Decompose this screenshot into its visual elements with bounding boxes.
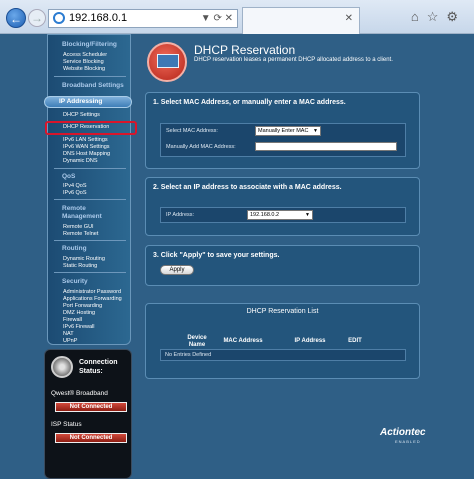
mac-form: Select MAC Address: Manually Enter MAC ▼ … [160,123,406,157]
sidebar-section-label: IP Addressing [59,98,103,105]
sidebar-divider [54,76,126,77]
browser-toolbar-icons: ⌂☆⚙ [411,9,466,25]
sidebar-item-dynamic-dns[interactable]: Dynamic DNS [63,158,98,164]
manual-mac-input[interactable] [255,142,397,151]
sidebar-item-ipv4-qos[interactable]: IPv4 QoS [63,183,87,189]
sidebar-item-ipv6-lan[interactable]: IPv6 LAN Settings [63,137,108,143]
sidebar-divider [54,199,126,200]
sidebar-item-remote-telnet[interactable]: Remote Telnet [63,231,98,237]
sidebar-item-dynamic-routing[interactable]: Dynamic Routing [63,256,105,262]
page-subtitle: DHCP reservation leases a permanent DHCP… [194,57,393,63]
sidebar-item-ipv6-qos[interactable]: IPv6 QoS [63,190,87,196]
sidebar-item-remote-gui[interactable]: Remote GUI [63,224,94,230]
connection-status-panel: Connection Status: Qwest® Broadband Not … [44,349,132,479]
sidebar-section-ip-addressing[interactable]: IP Addressing [44,96,132,108]
address-bar[interactable]: 192.168.0.1 ▼ ⟳ ✕ [48,9,238,28]
sidebar-item-port-forwarding[interactable]: Port Forwarding [63,303,102,309]
page-title: DHCP Reservation [194,43,296,57]
step1-title: 1. Select MAC Address, or manually enter… [153,99,346,106]
actiontec-tagline: ENABLED [395,439,421,444]
address-controls[interactable]: ▼ ⟳ ✕ [201,10,233,27]
sidebar-section-blocking[interactable]: Blocking/Filtering [62,41,117,48]
dhcp-monitor-icon [147,42,187,82]
step3-panel: 3. Click "Apply" to save your settings. … [145,245,420,286]
sidebar-item-admin-password[interactable]: Administrator Password [63,289,121,295]
col-edit: EDIT [348,338,362,344]
sidebar-item-firewall[interactable]: Firewall [63,317,82,323]
isp-status-badge: Not Connected [55,433,127,443]
isp-status-label: ISP Status [51,421,82,428]
step2-title: 2. Select an IP address to associate wit… [153,184,342,191]
sidebar-item-upnp[interactable]: UPnP [63,338,77,344]
sidebar-item-access-scheduler[interactable]: Access Scheduler [63,52,107,58]
forward-arrow-icon[interactable]: → [28,9,46,27]
reservation-list-panel: DHCP Reservation List Device Name MAC Ad… [145,303,420,379]
gear-icon[interactable]: ⚙ [446,9,466,24]
col-device-name: Device Name [187,335,207,348]
sidebar-divider [54,240,126,241]
sidebar-item-service-blocking[interactable]: Service Blocking [63,59,104,65]
no-entries-text: No Entries Defined [165,352,212,358]
sidebar-section-broadband[interactable]: Broadband Settings [62,82,124,89]
sidebar-section-security[interactable]: Security [62,278,88,285]
browser-tab[interactable]: ✕ [242,7,360,34]
reservation-list-title: DHCP Reservation List [246,308,319,315]
ie-logo-icon [53,12,65,24]
sidebar-section-routing[interactable]: Routing [62,245,87,252]
browser-chrome: ← → 192.168.0.1 ▼ ⟳ ✕ ✕ ⌂☆⚙ [0,0,474,34]
close-tab-icon[interactable]: ✕ [345,13,353,24]
monitor-screen [157,54,179,68]
sidebar: Blocking/Filtering Access Scheduler Serv… [44,34,137,345]
router-page: Blocking/Filtering Access Scheduler Serv… [0,34,474,479]
sidebar-item-ipv6-firewall[interactable]: IPv6 Firewall [63,324,94,330]
sidebar-item-nat[interactable]: NAT [63,331,74,337]
sidebar-section-remote[interactable]: Remote Management [62,205,122,221]
chevron-down-icon: ▼ [313,128,318,134]
ip-form: IP Address: 192.168.0.2 ▼ [160,207,406,223]
step3-title: 3. Click "Apply" to save your settings. [153,252,280,259]
step1-panel: 1. Select MAC Address, or manually enter… [145,92,420,169]
select-mac-label: Select MAC Address: [166,128,218,134]
speedometer-icon [51,356,73,378]
sidebar-item-ipv6-wan[interactable]: IPv6 WAN Settings [63,144,110,150]
apply-button[interactable]: Apply [160,265,194,275]
sidebar-item-dmz-hosting[interactable]: DMZ Hosting [63,310,95,316]
broadband-status-badge: Not Connected [55,402,127,412]
sidebar-item-applications-forwarding[interactable]: Applications Forwarding [63,296,122,302]
address-url[interactable]: 192.168.0.1 [69,12,127,24]
col-mac-address: MAC Address [223,338,263,344]
sidebar-item-dhcp-settings[interactable]: DHCP Settings [63,112,100,118]
sidebar-item-website-blocking[interactable]: Website Blocking [63,66,105,72]
selection-highlight [45,121,137,135]
broadband-label: Qwest® Broadband [51,390,108,397]
table-row: No Entries Defined [160,349,406,361]
actiontec-logo: Actiontec [380,427,426,438]
mac-select[interactable]: Manually Enter MAC ▼ [255,126,321,136]
home-icon[interactable]: ⌂ [411,9,427,24]
sidebar-divider [54,168,126,169]
sidebar-divider [54,272,126,273]
step2-panel: 2. Select an IP address to associate wit… [145,177,420,236]
sidebar-item-dns-host-mapping[interactable]: DNS Host Mapping [63,151,110,157]
ip-address-select[interactable]: 192.168.0.2 ▼ [247,210,313,220]
col-ip-address: IP Address [294,338,326,344]
back-arrow-icon[interactable]: ← [6,8,26,28]
chevron-down-icon: ▼ [305,212,310,218]
ip-address-label: IP Address: [166,212,195,218]
connection-status-title: Connection Status: [79,359,118,375]
sidebar-item-static-routing[interactable]: Static Routing [63,263,97,269]
star-icon[interactable]: ☆ [427,9,447,24]
manual-mac-label: Manually Add MAC Address: [166,144,236,150]
sidebar-section-qos[interactable]: QoS [62,173,75,180]
